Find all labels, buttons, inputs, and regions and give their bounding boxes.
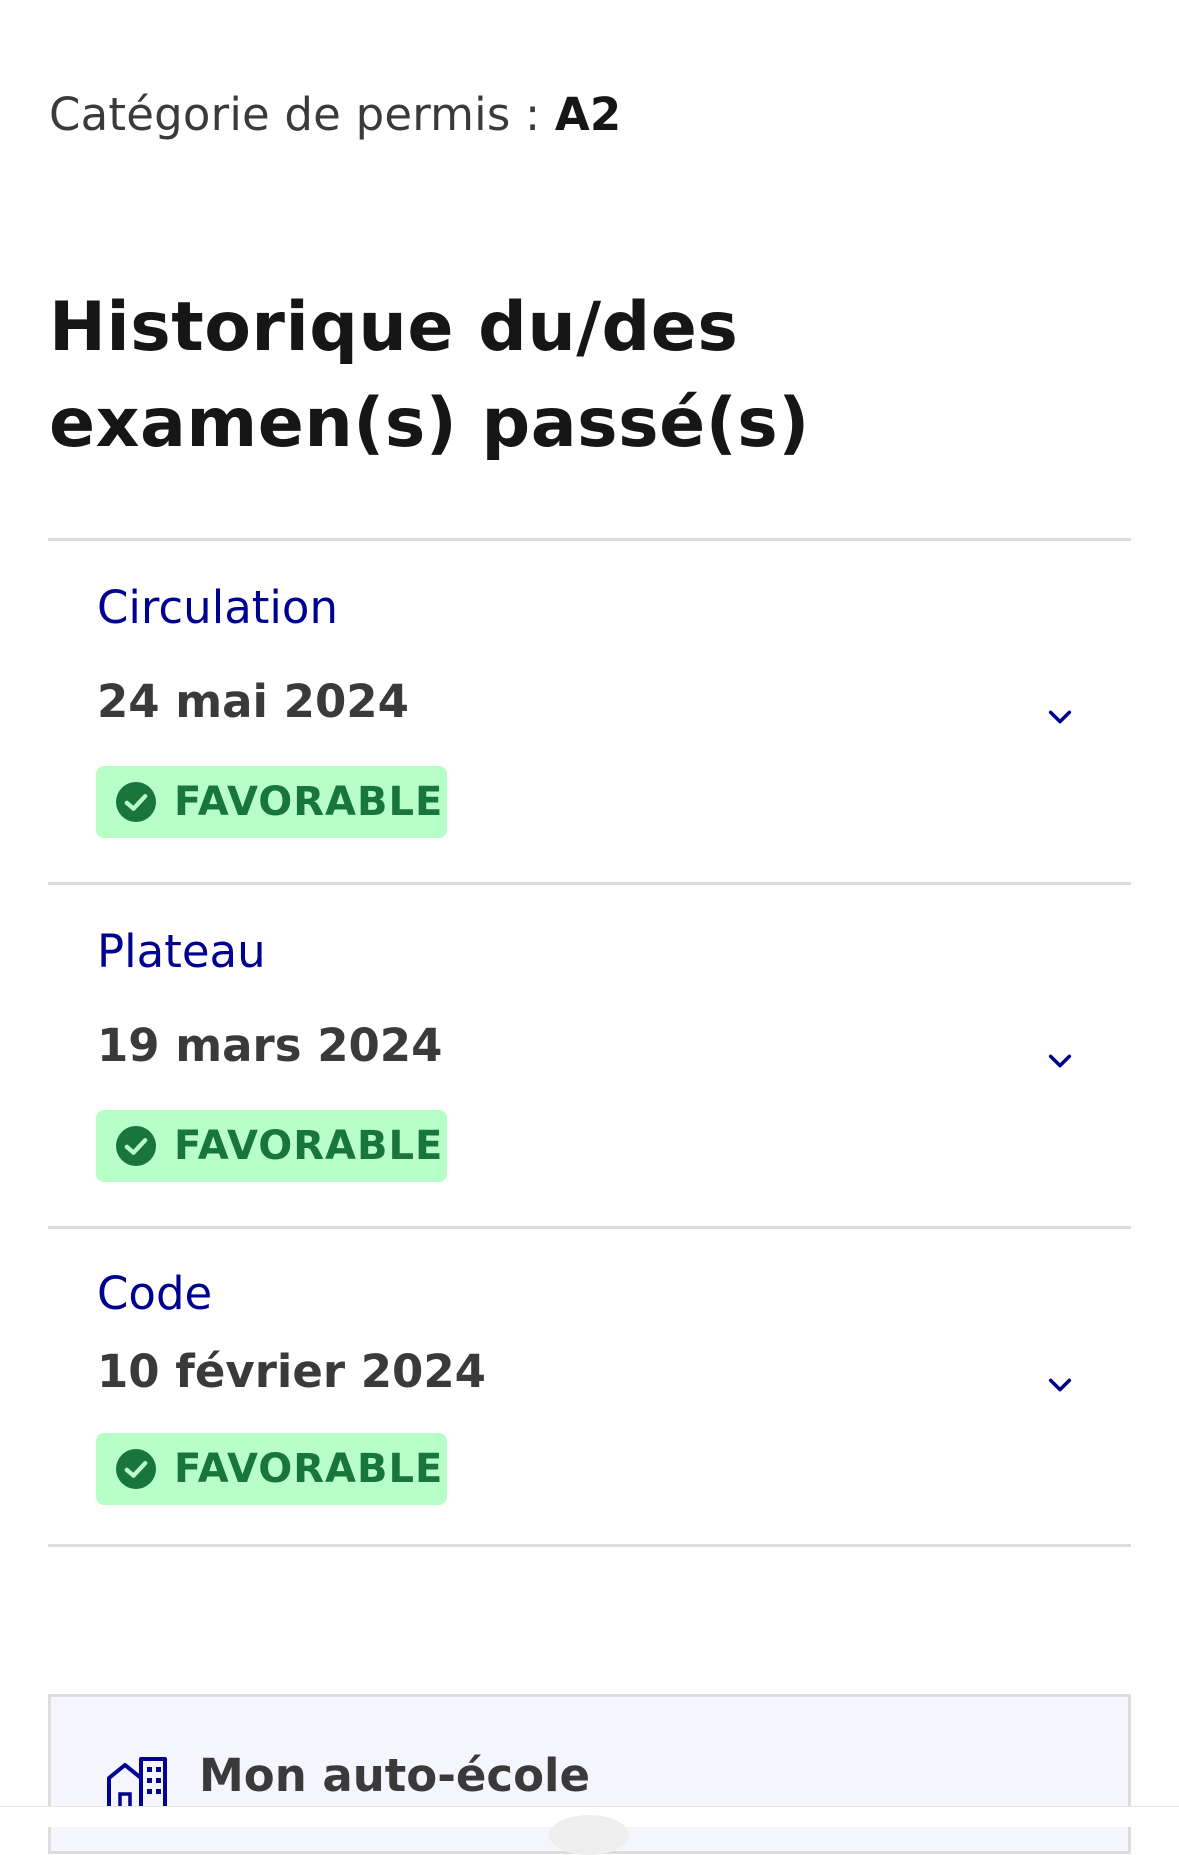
exam-item-code[interactable]: Code 10 février 2024 FAVORABLE (48, 1226, 1131, 1547)
bottom-bar (0, 1806, 1179, 1855)
check-circle-icon (116, 1449, 156, 1489)
exam-date: 10 février 2024 (97, 1345, 486, 1398)
exam-item-circulation[interactable]: Circulation 24 mai 2024 FAVORABLE (48, 538, 1131, 882)
driving-school-title: Mon auto-école (199, 1749, 590, 1802)
exam-history-title: Historique du/des examen(s) passé(s) (49, 288, 810, 463)
permit-category-label: Catégorie de permis : (49, 88, 555, 141)
exam-history-list: Circulation 24 mai 2024 FAVORABLE Platea… (48, 538, 1131, 1547)
chevron-down-icon[interactable] (1046, 1371, 1074, 1399)
chevron-down-icon[interactable] (1046, 1047, 1074, 1075)
exam-type: Code (97, 1267, 213, 1320)
exam-date: 19 mars 2024 (97, 1019, 443, 1072)
status-badge-label: FAVORABLE (174, 1123, 444, 1169)
exam-date: 24 mai 2024 (97, 675, 409, 728)
permit-category: Catégorie de permis : A2 (49, 88, 621, 141)
status-badge-label: FAVORABLE (174, 1446, 444, 1492)
status-badge: FAVORABLE (96, 1110, 447, 1182)
exam-item-plateau[interactable]: Plateau 19 mars 2024 FAVORABLE (48, 882, 1131, 1226)
bottom-handle[interactable] (549, 1815, 629, 1855)
status-badge: FAVORABLE (96, 1433, 447, 1505)
chevron-down-icon[interactable] (1046, 703, 1074, 731)
check-circle-icon (116, 1126, 156, 1166)
permit-category-value: A2 (554, 88, 622, 141)
exam-type: Plateau (97, 925, 266, 978)
status-badge: FAVORABLE (96, 766, 447, 838)
exam-type: Circulation (97, 581, 338, 634)
building-icon (106, 1757, 168, 1811)
check-circle-icon (116, 782, 156, 822)
status-badge-label: FAVORABLE (174, 779, 444, 825)
